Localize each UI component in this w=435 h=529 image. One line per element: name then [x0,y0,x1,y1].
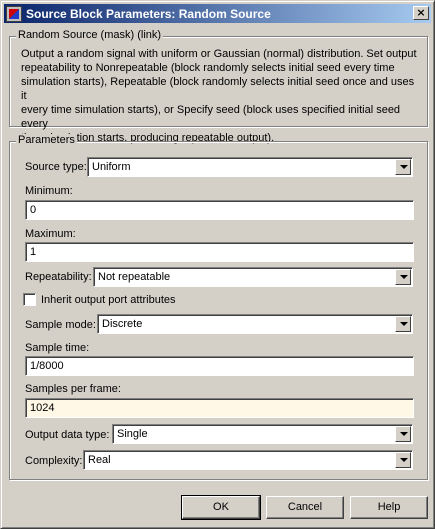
samples-per-frame-field[interactable]: 1024 [25,398,414,418]
inherit-attributes-checkbox[interactable] [23,293,36,306]
inherit-attributes-label[interactable]: Inherit output port attributes [41,294,176,306]
chevron-down-icon[interactable] [395,452,411,468]
output-data-type-value: Single [117,428,148,440]
maximum-label: Maximum: [25,228,76,240]
sample-mode-label: Sample mode: [25,319,96,331]
dialog-window: Source Block Parameters: Random Source ×… [0,0,435,529]
output-data-type-label: Output data type: [25,429,110,441]
source-type-label: Source type: [25,161,87,173]
chevron-down-icon[interactable] [395,316,411,332]
help-button[interactable]: Help [350,496,428,519]
description-group: Random Source (mask) (link) Output a ran… [9,29,428,144]
repeatability-label: Repeatability: [25,271,92,283]
sample-time-field[interactable]: 1/8000 [25,356,414,376]
ok-button[interactable]: OK [181,495,261,520]
chevron-down-icon[interactable] [395,269,411,285]
complexity-value: Real [88,454,111,466]
sample-time-label: Sample time: [25,342,90,354]
output-data-type-select[interactable]: Single [112,424,413,444]
source-type-value: Uniform [92,161,131,173]
chevron-down-icon[interactable] [395,159,411,175]
block-description: Output a random signal with uniform or G… [21,48,417,144]
parameters-legend: Parameters [16,134,77,146]
source-type-select[interactable]: Uniform [87,157,413,177]
repeatability-select[interactable]: Not repeatable [93,267,413,287]
close-button[interactable]: × [413,6,429,20]
complexity-label: Complexity: [25,455,83,467]
minimum-label: Minimum: [25,185,73,197]
complexity-select[interactable]: Real [83,450,413,470]
simulink-block-icon [6,5,22,22]
minimum-field[interactable]: 0 [25,200,414,220]
samples-per-frame-label: Samples per frame: [25,383,121,395]
sample-mode-select[interactable]: Discrete [97,314,413,334]
description-legend: Random Source (mask) (link) [16,29,164,41]
chevron-down-icon[interactable] [395,426,411,442]
parameters-group: Parameters Source type: Uniform Minimum:… [9,134,428,480]
sample-mode-value: Discrete [102,318,143,330]
window-title: Source Block Parameters: Random Source [26,6,271,21]
cancel-button[interactable]: Cancel [266,496,344,519]
title-bar[interactable]: Source Block Parameters: Random Source × [4,4,431,23]
maximum-field[interactable]: 1 [25,242,414,262]
repeatability-value: Not repeatable [98,271,171,283]
